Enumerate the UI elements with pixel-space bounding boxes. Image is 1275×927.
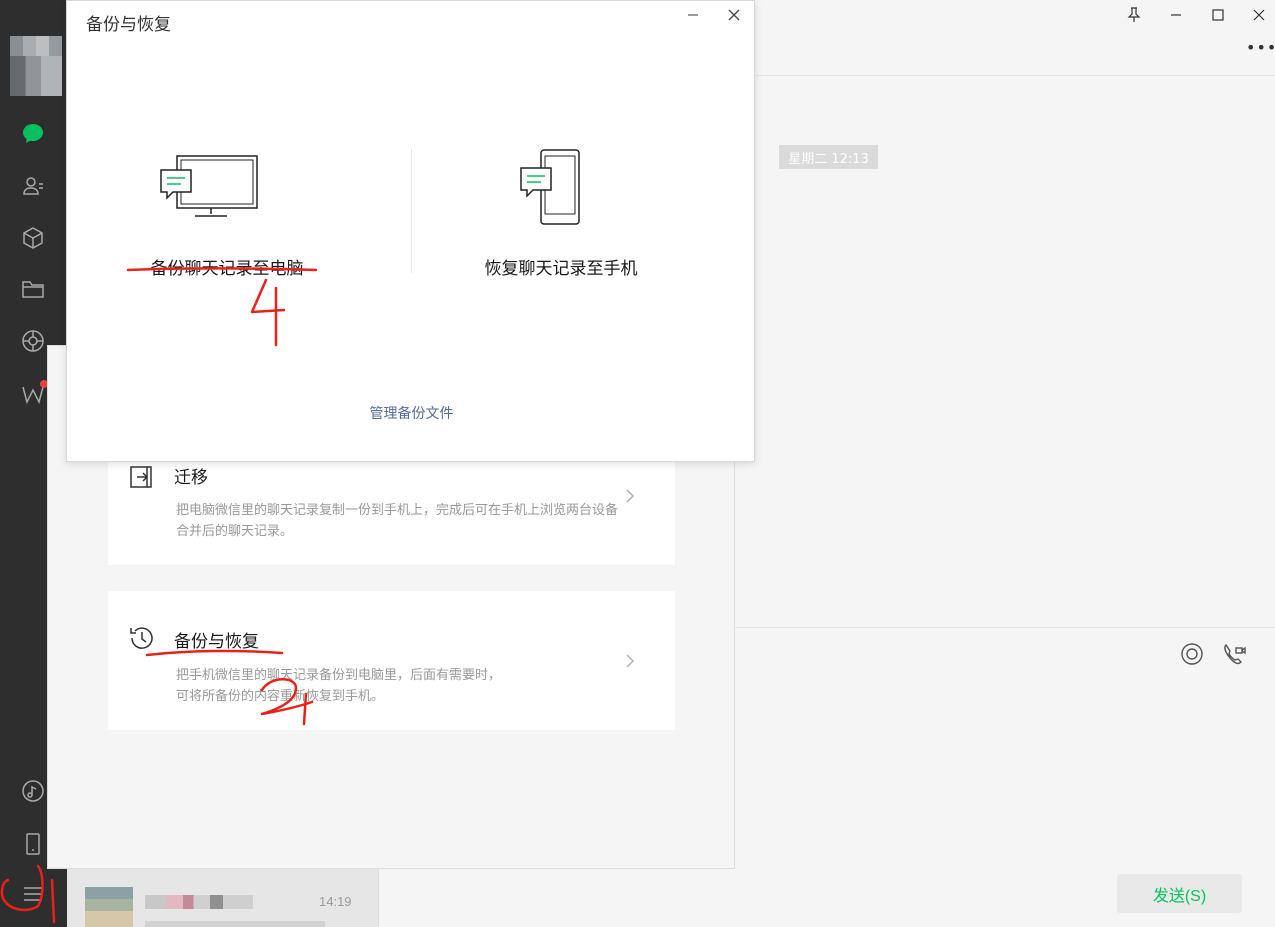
minimize-icon[interactable]: [1165, 4, 1187, 26]
chevron-right-icon: [623, 653, 637, 668]
dialog-title: 备份与恢复: [86, 15, 171, 35]
phone-icon[interactable]: [19, 830, 47, 858]
music-icon[interactable]: [19, 777, 47, 805]
user-avatar[interactable]: [10, 36, 62, 96]
backup-to-pc-option[interactable]: 备份聊天记录至电脑: [87, 146, 367, 286]
chat-header: [755, 0, 1275, 76]
contact-name-blurred: [145, 895, 253, 909]
chat-list-item[interactable]: 14:19: [67, 869, 379, 927]
option-divider: [411, 149, 412, 273]
chat-icon[interactable]: [19, 120, 47, 148]
restore-to-phone-option[interactable]: 恢复聊天记录至手机: [421, 146, 701, 286]
menu-icon[interactable]: [19, 880, 47, 908]
video-call-icon[interactable]: [1222, 642, 1246, 666]
favorites-icon[interactable]: [19, 224, 47, 252]
send-button[interactable]: 发送(S): [1117, 874, 1242, 913]
backup-to-pc-label: 备份聊天记录至电脑: [150, 259, 304, 279]
input-divider: [735, 627, 1275, 628]
backup-restore-card[interactable]: 备份与恢复 把手机微信里的聊天记录备份到电脑里，后面有需要时， 可将所备份的内容…: [108, 591, 675, 730]
migrate-icon: [128, 463, 156, 491]
backup-desc-line1: 把手机微信里的聊天记录备份到电脑里，后面有需要时，: [176, 668, 502, 683]
computer-chat-icon: [160, 155, 258, 217]
history-icon: [128, 624, 156, 652]
live-icon[interactable]: [1180, 642, 1204, 666]
manage-backups-link[interactable]: 管理备份文件: [67, 403, 756, 423]
maximize-icon[interactable]: [1207, 4, 1229, 26]
folder-icon[interactable]: [19, 275, 47, 303]
message-time-chip: 星期二 12:13: [779, 145, 878, 169]
contacts-icon[interactable]: [19, 172, 47, 200]
backup-restore-title: 备份与恢复: [174, 632, 259, 652]
chat-preview-blurred: [145, 921, 325, 927]
more-icon[interactable]: •••: [1246, 38, 1275, 57]
restore-to-phone-label: 恢复聊天记录至手机: [484, 259, 638, 279]
pin-icon[interactable]: [1123, 4, 1145, 26]
backup-desc-line2: 可将所备份的内容重新恢复到手机。: [176, 689, 385, 704]
contact-avatar: [85, 887, 133, 927]
backup-restore-dialog: 备份与恢复 备份聊天记录至电脑 恢复聊天记录至手机 管理备份文件: [66, 0, 755, 462]
migrate-desc: 把电脑微信里的聊天记录复制一份到手机上，完成后可在手机上浏览两台设备合并后的聊天…: [176, 503, 619, 539]
moments-icon[interactable]: [19, 327, 47, 355]
close-icon[interactable]: [1248, 4, 1270, 26]
dialog-close-icon[interactable]: [724, 5, 744, 25]
phone-chat-icon: [520, 149, 580, 225]
migrate-title: 迁移: [174, 468, 208, 488]
backup-restore-desc: 把手机微信里的聊天记录备份到电脑里，后面有需要时， 可将所备份的内容重新恢复到手…: [176, 665, 626, 707]
dialog-minimize-icon[interactable]: [683, 5, 703, 25]
chevron-right-icon: [623, 488, 637, 503]
chat-time: 14:19: [319, 894, 352, 909]
